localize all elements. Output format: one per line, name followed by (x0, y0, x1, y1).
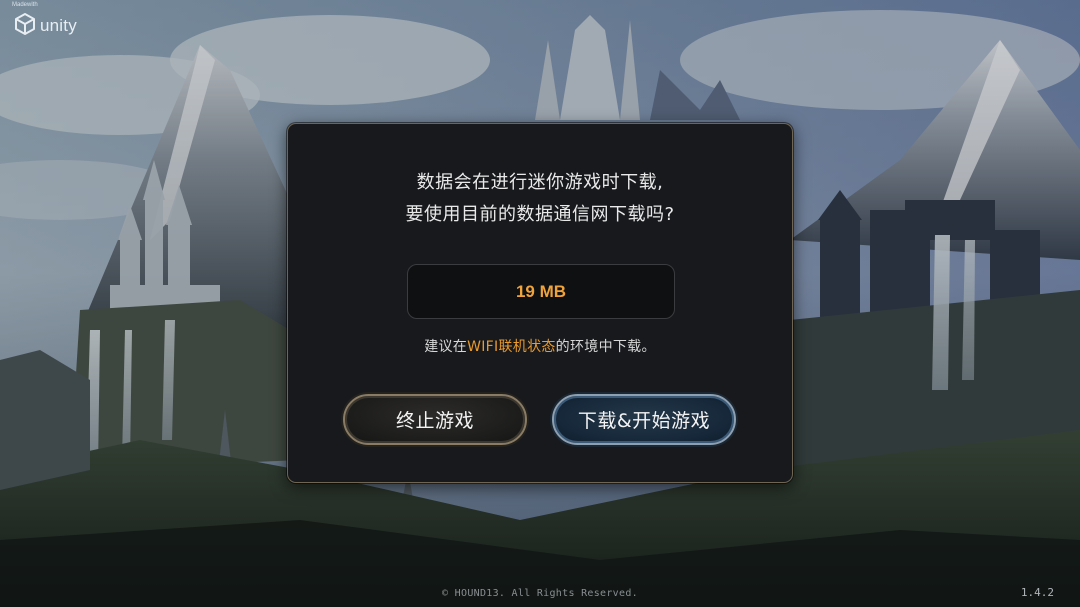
quit-game-label: 终止游戏 (395, 410, 474, 432)
download-start-label: 下载&开始游戏 (577, 410, 711, 432)
hint-suffix: 的环境中下载。 (555, 339, 656, 355)
wifi-hint-text: 建议在WIFI联机状态的环境中下载。 (288, 336, 792, 356)
dialog-message-line1: 数据会在进行迷你游戏时下载, (416, 172, 664, 193)
unity-logo: unity (13, 12, 77, 40)
copyright-text: © HOUND13. All Rights Reserved. (442, 588, 638, 599)
download-confirm-dialog: 数据会在进行迷你游戏时下载, 要使用目前的数据通信网下载吗? 19 MB 建议在… (287, 123, 793, 483)
unity-wordmark: unity (40, 16, 77, 35)
download-size-value: 19 MB (515, 281, 567, 301)
download-size-display: 19 MB (407, 264, 675, 319)
made-with-label: Madewith (12, 2, 38, 8)
quit-game-button[interactable]: 终止游戏 (343, 394, 527, 445)
dialog-message-line2: 要使用目前的数据通信网下载吗? (405, 204, 675, 225)
hint-highlight: WIFI联机状态 (467, 339, 556, 355)
download-start-button[interactable]: 下载&开始游戏 (552, 394, 736, 445)
hint-prefix: 建议在 (424, 339, 468, 355)
unity-cube-icon (13, 12, 37, 40)
version-label: 1.4.2 (1020, 586, 1054, 599)
